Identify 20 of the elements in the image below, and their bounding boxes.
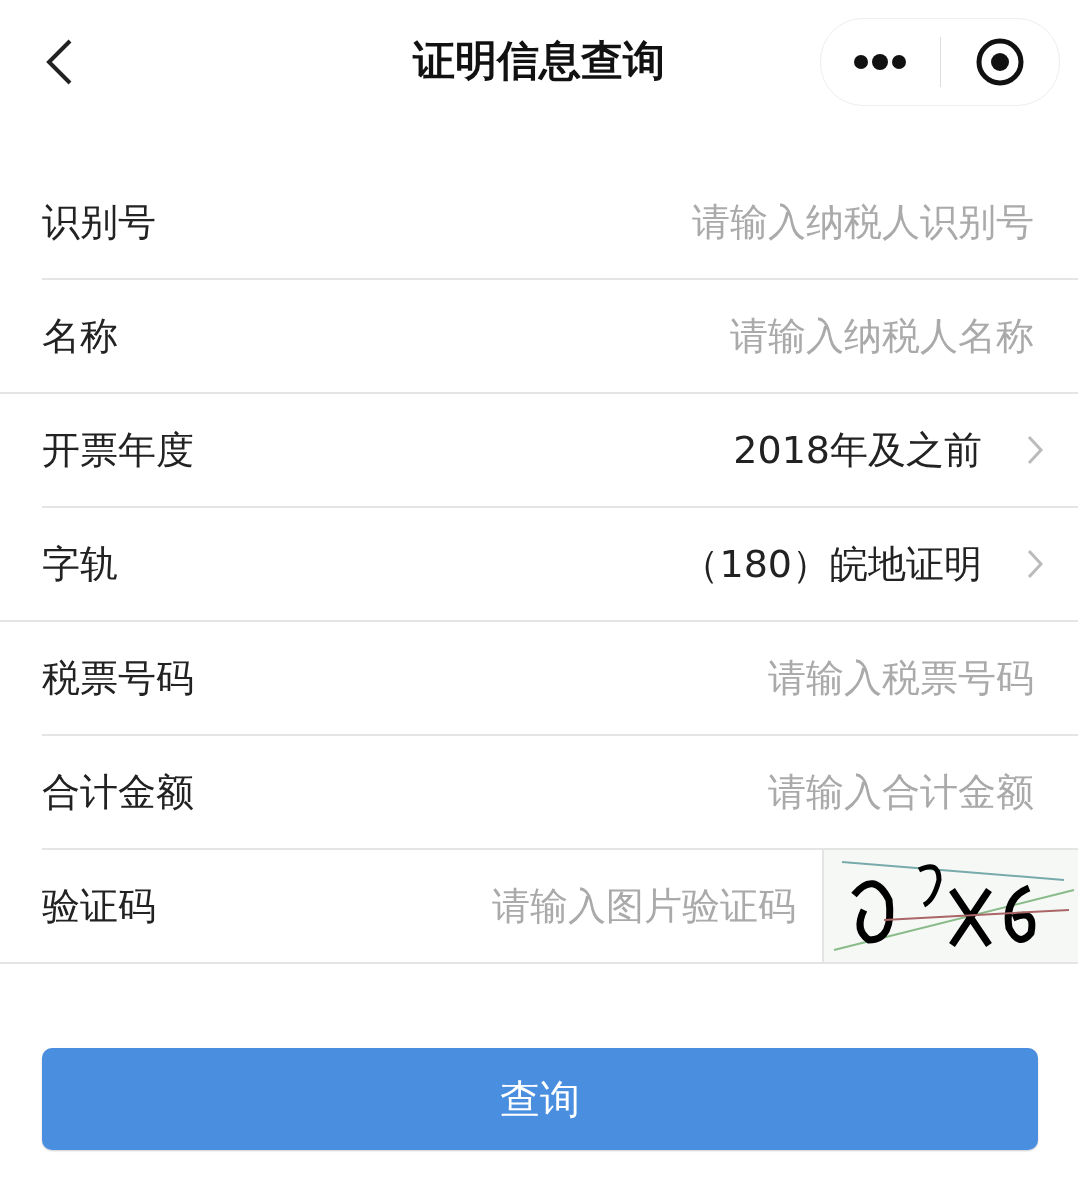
back-icon[interactable] — [44, 38, 74, 86]
field-label: 名称 — [42, 312, 119, 360]
text-field[interactable]: 请输入纳税人识别号 — [302, 199, 1036, 245]
field-label: 开票年度 — [42, 426, 195, 474]
field-label: 字轨 — [42, 540, 119, 588]
page-title: 证明信息查询 — [413, 35, 665, 87]
text-field[interactable]: 请输入纳税人名称 — [302, 313, 1036, 359]
select-value[interactable]: 2018年及之前 — [733, 424, 982, 476]
field-label: 合计金额 — [42, 768, 195, 816]
chevron-right-icon — [1026, 434, 1044, 466]
select-value[interactable]: （180）皖地证明 — [681, 538, 982, 590]
field-label: 验证码 — [42, 882, 157, 930]
text-field[interactable]: 请输入税票号码 — [302, 655, 1036, 701]
text-field[interactable]: 请输入图片验证码 — [302, 883, 798, 929]
chevron-right-icon — [1026, 548, 1044, 580]
field-label: 税票号码 — [42, 654, 195, 702]
close-icon[interactable] — [974, 37, 1025, 87]
more-icon[interactable] — [853, 54, 908, 70]
text-field[interactable]: 请输入合计金额 — [302, 769, 1036, 815]
field-label: 识别号 — [42, 198, 157, 246]
